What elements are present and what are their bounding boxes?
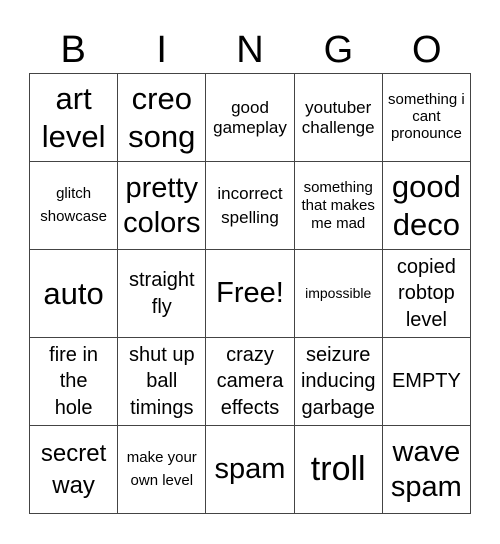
bingo-cell[interactable]: make your own level — [118, 426, 207, 514]
cell-text: crazy camera effects — [216, 343, 284, 419]
bingo-cell[interactable]: glitch showcase — [30, 162, 119, 250]
cell-text: troll — [310, 450, 366, 489]
header-letter-o: O — [412, 29, 442, 71]
bingo-cell[interactable]: creo song — [118, 74, 207, 162]
bingo-cell[interactable]: fire in the hole — [30, 338, 119, 426]
bingo-cell[interactable]: auto — [30, 250, 119, 338]
bingo-cell[interactable]: something that makes me mad — [294, 162, 383, 250]
bingo-cell[interactable]: impossible — [294, 250, 383, 338]
bingo-cell[interactable]: wave spam — [382, 426, 471, 514]
cell-text: art level — [41, 81, 106, 154]
bingo-cell[interactable]: good deco — [382, 162, 471, 250]
bingo-cell[interactable]: spam — [206, 426, 295, 514]
cell-text: seizure inducing garbage — [300, 343, 376, 419]
cell-text: good gameplay — [213, 98, 287, 137]
cell-text: EMPTY — [391, 370, 461, 393]
bingo-cell[interactable]: straight fly — [118, 250, 207, 338]
bingo-cell[interactable]: secret way — [30, 426, 119, 514]
bingo-cell[interactable]: shut up ball timings — [118, 338, 207, 426]
cell-text: impossible — [305, 284, 372, 301]
bingo-cell[interactable]: youtuber challenge — [294, 74, 383, 162]
cell-text: secret way — [40, 439, 107, 499]
bingo-grid: art level creo song good gameplay youtub… — [29, 73, 471, 514]
cell-text: make your own level — [126, 449, 197, 489]
cell-text: wave spam — [390, 435, 462, 503]
header-letter-i: I — [156, 29, 167, 71]
cell-text: straight fly — [128, 269, 195, 318]
cell-text: auto — [43, 275, 104, 311]
bingo-cell[interactable]: crazy camera effects — [206, 338, 295, 426]
bingo-cell[interactable]: good gameplay — [206, 74, 295, 162]
header-letter-g: G — [323, 29, 354, 71]
cell-text: incorrect spelling — [217, 183, 283, 227]
bingo-cell[interactable]: seizure inducing garbage — [294, 338, 383, 426]
bingo-cell[interactable]: art level — [30, 74, 119, 162]
bingo-cell[interactable]: copied robtop level — [382, 250, 471, 338]
bingo-header: B I N G O — [29, 28, 471, 72]
cell-text: spam — [214, 453, 286, 486]
bingo-cell free-space[interactable]: Free! — [206, 250, 295, 338]
header-letter-n: N — [236, 29, 264, 71]
cell-text: something i cant pronounce — [388, 91, 465, 142]
cell-text: glitch showcase — [40, 185, 107, 225]
bingo-cell[interactable]: pretty colors — [118, 162, 207, 250]
bingo-cell[interactable]: incorrect spelling — [206, 162, 295, 250]
cell-text: youtuber challenge — [301, 98, 375, 137]
bingo-cell[interactable]: something i cant pronounce — [382, 74, 471, 162]
cell-text: copied robtop level — [396, 255, 456, 331]
bingo-cell[interactable]: troll — [294, 426, 383, 514]
cell-text: good deco — [391, 169, 461, 242]
cell-text: creo song — [128, 81, 196, 154]
cell-text: something that makes me mad — [301, 178, 375, 232]
free-space-text: Free! — [216, 277, 284, 310]
cell-text: fire in the hole — [49, 343, 99, 419]
bingo-cell[interactable]: EMPTY — [382, 338, 471, 426]
cell-text: pretty colors — [123, 171, 201, 239]
cell-text: shut up ball timings — [128, 343, 195, 419]
header-letter-b: B — [60, 29, 86, 71]
